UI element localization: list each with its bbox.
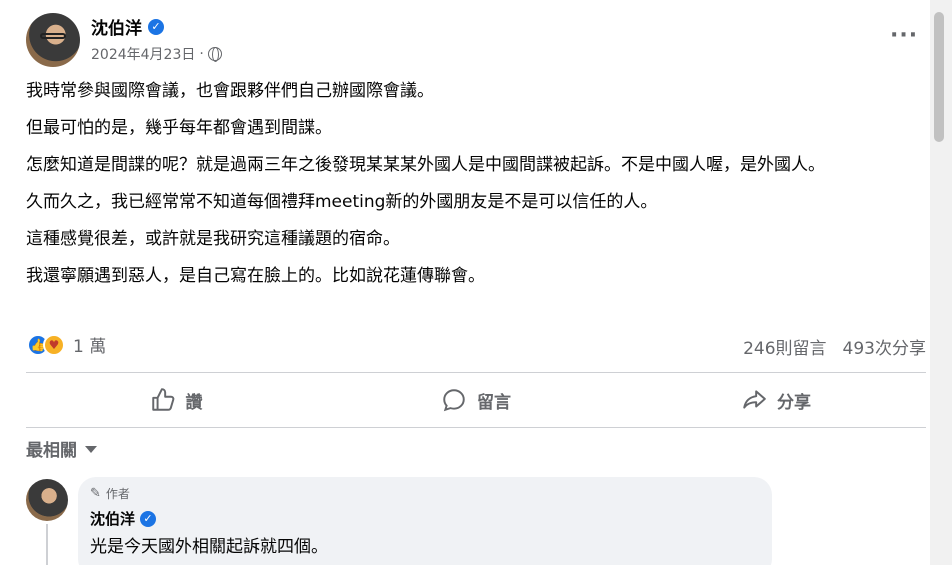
more-icon[interactable]: ··· [890, 25, 918, 47]
comment-bubble: ✎ 作者 沈伯洋 ✓ 光是今天國外相關起訴就四個。 [78, 477, 772, 565]
like-button[interactable]: 讚 [26, 374, 326, 426]
share-button[interactable]: 分享 [626, 374, 926, 426]
care-reaction-icon: ♥ [43, 333, 65, 356]
comment-label: 留言 [477, 392, 511, 413]
post-paragraph: 這種感覺很差，或許就是我研究這種議題的宿命。 [26, 229, 400, 249]
scrollbar-thumb[interactable] [934, 12, 944, 142]
comment-text: 光是今天國外相關起訴就四個。 [90, 537, 328, 557]
post-date[interactable]: 2024年4月23日 [91, 44, 195, 64]
pen-icon: ✎ [90, 486, 101, 501]
facebook-post: 沈伯洋 ✓ 2024年4月23日 · ··· 我時常參與國際會議，也會跟夥伴們自… [0, 0, 940, 565]
verified-icon: ✓ [148, 18, 164, 35]
meta-separator: · [199, 46, 204, 62]
author-name[interactable]: 沈伯洋 [91, 14, 142, 39]
post-body: 我時常參與國際會議，也會跟夥伴們自己辦國際會議。 但最可怕的是，幾乎每年都會遇到… [26, 79, 926, 301]
author-avatar[interactable] [26, 13, 80, 67]
share-icon [743, 390, 766, 409]
divider [26, 372, 926, 373]
thumbs-up-icon [151, 388, 174, 411]
post-stats: 246則留言 493次分享 [743, 334, 926, 359]
globe-icon[interactable] [207, 47, 222, 62]
divider [26, 427, 926, 428]
reaction-count[interactable]: 1 萬 [73, 332, 106, 357]
comment-button[interactable]: 留言 [326, 374, 626, 426]
post-meta: 2024年4月23日 · [91, 44, 222, 64]
comment-icon [443, 389, 465, 412]
post-paragraph: 久而久之，我已經常常不知道每個禮拜meeting新的外國朋友是不是可以信任的人。 [26, 192, 658, 212]
sort-label: 最相關 [26, 441, 77, 461]
verified-icon: ✓ [140, 510, 157, 527]
share-label: 分享 [777, 392, 811, 413]
share-count[interactable]: 493次分享 [843, 334, 926, 359]
post-paragraph: 我還寧願遇到惡人，是自己寫在臉上的。比如說花蓮傳聯會。 [26, 266, 485, 286]
comment-author-name[interactable]: 沈伯洋 [90, 508, 135, 529]
action-bar: 讚 留言 分享 [26, 374, 926, 426]
author-row: 沈伯洋 ✓ [91, 14, 164, 39]
post-paragraph: 但最可怕的是，幾乎每年都會遇到間諜。 [26, 118, 332, 138]
comment-count[interactable]: 246則留言 [743, 334, 826, 359]
reactions-summary[interactable]: 👍 ♥ 1 萬 [27, 332, 106, 357]
like-label: 讚 [185, 392, 203, 413]
thread-line [46, 524, 48, 565]
comment-sort-dropdown[interactable]: 最相關 [26, 436, 97, 461]
comment-avatar[interactable] [26, 479, 68, 521]
author-badge: ✎ 作者 [90, 485, 760, 502]
comment-author-row: 沈伯洋 ✓ [90, 508, 760, 529]
post-paragraph: 我時常參與國際會議，也會跟夥伴們自己辦國際會議。 [26, 81, 434, 101]
post-paragraph: 怎麼知道是間諜的呢？就是過兩三年之後發現某某某外國人是中國間諜被起訴。不是中國人… [26, 155, 825, 175]
chevron-down-icon [85, 446, 97, 453]
author-badge-label: 作者 [105, 487, 130, 501]
